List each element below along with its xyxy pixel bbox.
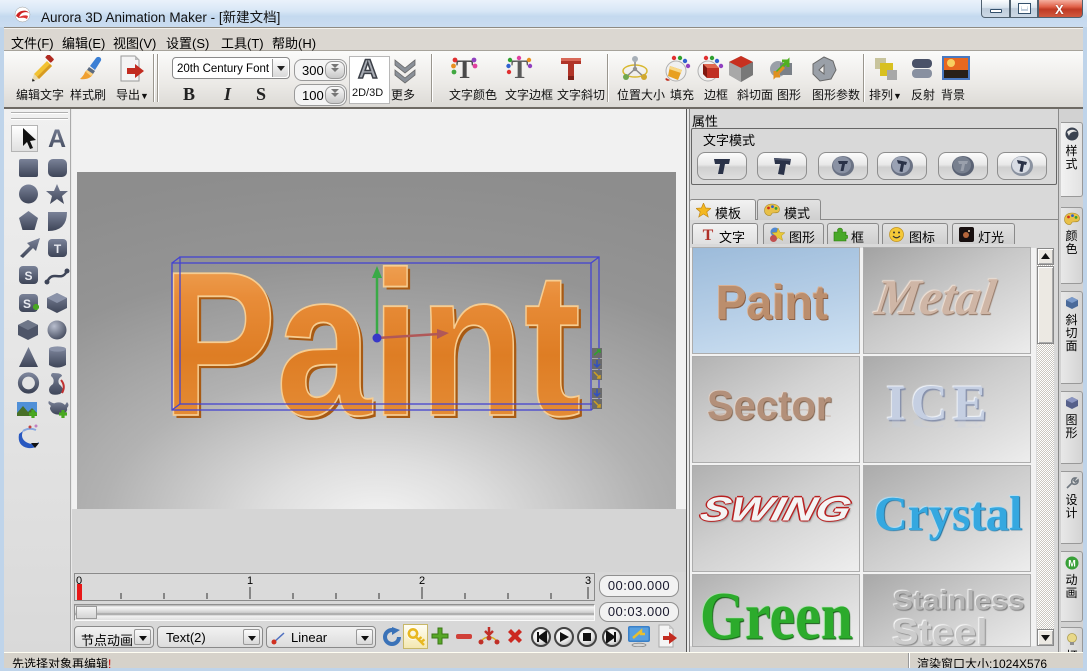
svg-text:T: T: [703, 227, 714, 242]
svg-text:T: T: [54, 242, 62, 256]
svg-text:S: S: [24, 269, 32, 283]
svg-text:A: A: [48, 125, 66, 153]
svg-text:S: S: [23, 297, 31, 311]
svg-text:T: T: [456, 55, 473, 84]
svg-text:M: M: [1068, 559, 1076, 569]
